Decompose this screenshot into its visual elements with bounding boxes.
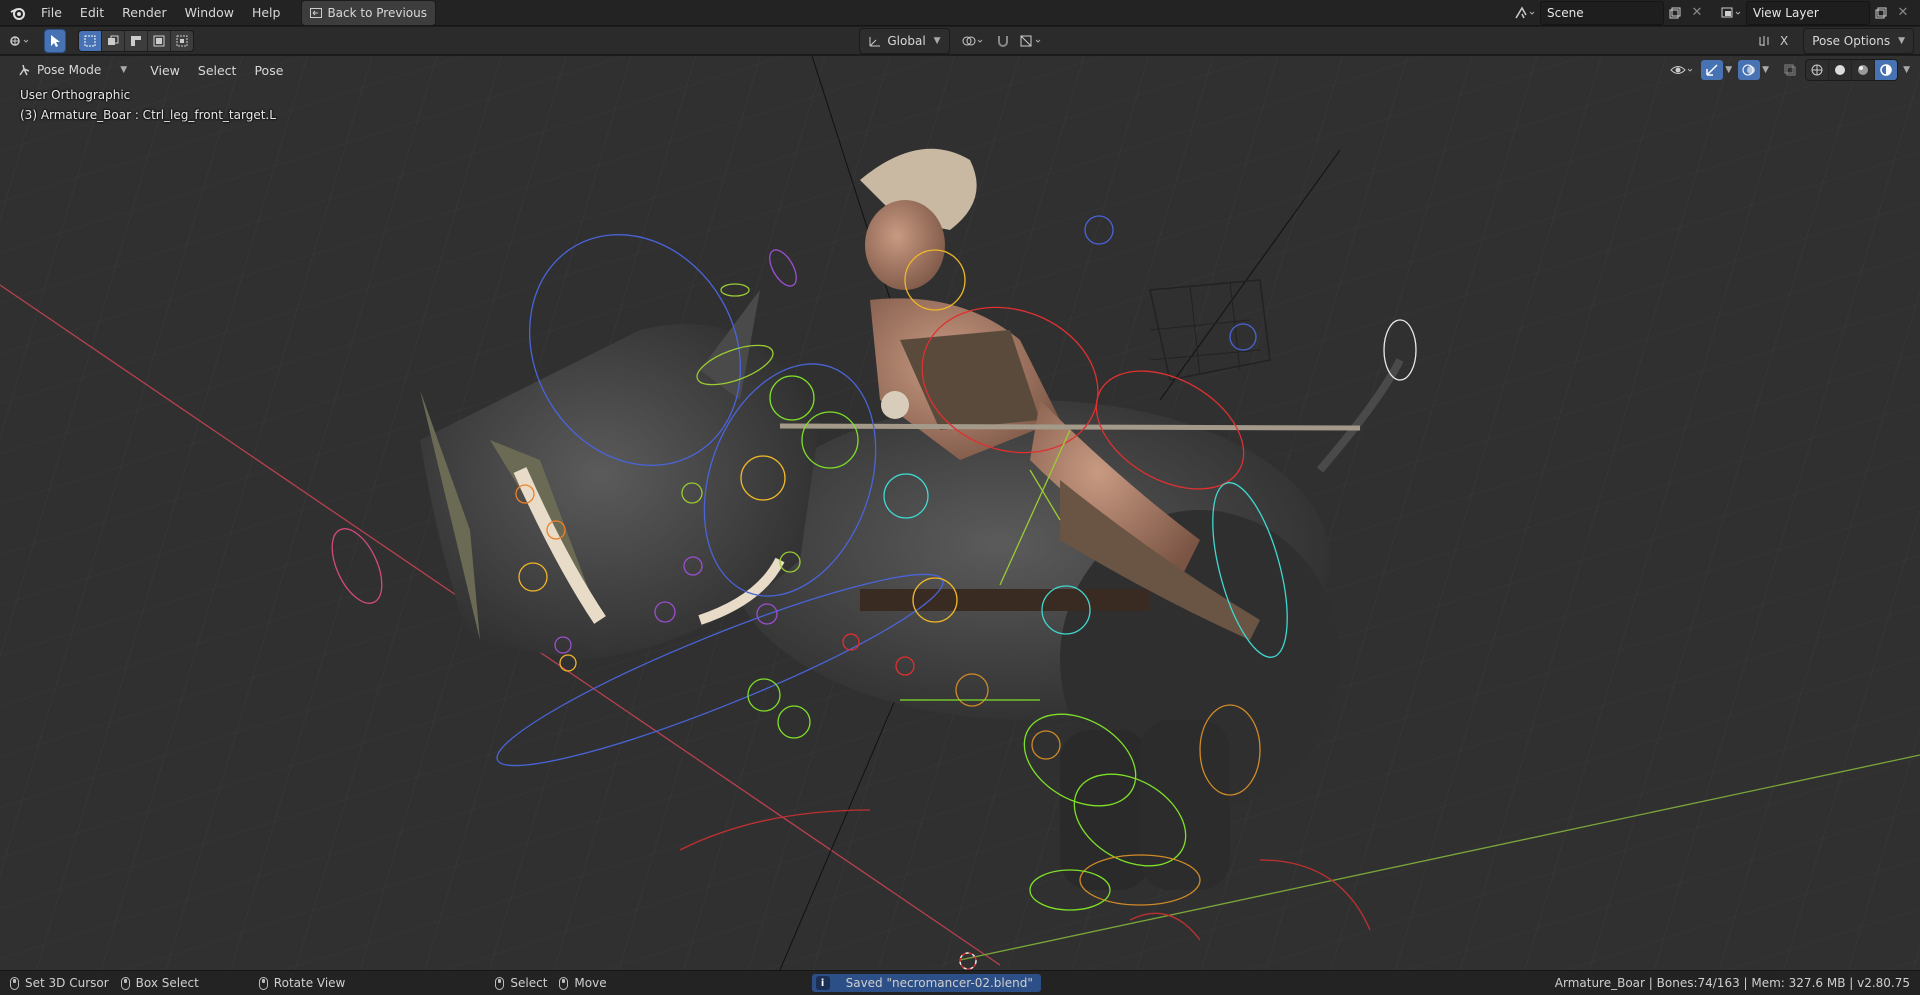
viewport-header: Pose Mode ▼ View Select Pose ▼ ▼ ▼: [0, 56, 1920, 84]
tool-settings-bar: Global ▼ X Pose Options ▼: [0, 27, 1920, 55]
status-set-3d-cursor: Set 3D Cursor: [10, 976, 109, 990]
status-rotate-view: Rotate View: [258, 976, 346, 990]
visibility-eye-icon[interactable]: [1667, 60, 1697, 80]
delete-scene-icon[interactable]: ✕: [1686, 3, 1708, 23]
pose-options-label: Pose Options: [1812, 33, 1891, 48]
wireframe-shading-icon[interactable]: [1806, 60, 1830, 80]
mouse-middle-icon: [258, 976, 268, 990]
pivot-point-icon[interactable]: [956, 31, 990, 51]
mouse-right-icon: [495, 976, 505, 990]
overlays-icon[interactable]: [1738, 60, 1761, 80]
back-to-previous-button[interactable]: Back to Previous: [301, 0, 436, 26]
pose-options-dropdown[interactable]: Pose Options ▼: [1803, 27, 1915, 54]
info-icon: i: [815, 976, 830, 990]
view-name-label: User Orthographic: [20, 88, 131, 102]
select-subtract-icon[interactable]: [125, 30, 148, 51]
pose-mode-icon: [18, 63, 32, 77]
proportional-edit-icon[interactable]: [1014, 31, 1048, 51]
mirror-icon[interactable]: [1753, 31, 1775, 51]
chevron-down-icon: ▼: [1898, 35, 1906, 46]
chevron-down-icon[interactable]: ▼: [1762, 65, 1769, 75]
select-invert-icon[interactable]: [148, 30, 171, 51]
solid-shading-icon[interactable]: [1829, 60, 1853, 80]
select-new-icon[interactable]: [79, 30, 102, 51]
chevron-down-icon[interactable]: ▼: [1725, 65, 1732, 75]
viewport-menu-select[interactable]: Select: [189, 60, 246, 81]
shading-mode-group: [1805, 59, 1899, 81]
view-layer-field[interactable]: View Layer: [1746, 0, 1870, 25]
blender-logo-icon[interactable]: [10, 6, 26, 20]
gizmo-icon[interactable]: [1701, 60, 1724, 80]
mouse-drag-icon: [120, 976, 130, 990]
status-left-label: Box Select: [135, 976, 199, 990]
view-layer-icon[interactable]: [1720, 5, 1742, 21]
back-to-previous-label: Back to Previous: [327, 5, 427, 20]
select-extend-icon[interactable]: [102, 30, 125, 51]
axis-x-toggle[interactable]: X: [1775, 34, 1793, 48]
3d-viewport[interactable]: Pose Mode ▼ View Select Pose ▼ ▼ ▼ User …: [0, 56, 1920, 970]
menu-edit[interactable]: Edit: [71, 2, 113, 23]
status-left-label: Set 3D Cursor: [25, 976, 109, 990]
material-shading-icon[interactable]: [1852, 60, 1876, 80]
mode-label: Pose Mode: [37, 63, 102, 77]
status-left-label: Rotate View: [273, 976, 346, 990]
scene-statistics: Armature_Boar | Bones:74/163 | Mem: 327.…: [1554, 976, 1910, 990]
top-bar: File Edit Render Window Help Back to Pre…: [0, 0, 1920, 26]
chevron-down-icon: ▼: [120, 65, 128, 75]
select-intersect-icon[interactable]: [171, 31, 193, 51]
status-mid-label: Move: [574, 976, 607, 990]
rendered-shading-icon[interactable]: [1875, 60, 1898, 80]
select-tool-button[interactable]: [44, 28, 66, 53]
snap-icon[interactable]: [992, 31, 1014, 51]
orientation-axes-icon: [868, 35, 882, 47]
chevron-down-icon: ▼: [933, 35, 941, 46]
menu-help[interactable]: Help: [243, 2, 290, 23]
scene-field[interactable]: Scene: [1540, 0, 1664, 25]
new-scene-icon[interactable]: [1664, 3, 1686, 23]
menu-render[interactable]: Render: [113, 2, 176, 23]
report-text: Saved "necromancer-02.blend": [845, 976, 1033, 990]
viewport-menu-view[interactable]: View: [141, 60, 189, 81]
delete-view-layer-icon[interactable]: ✕: [1892, 3, 1914, 23]
menu-file[interactable]: File: [32, 2, 71, 23]
status-select: Select: [495, 976, 547, 990]
transform-orientation-label: Global: [887, 33, 926, 48]
mode-dropdown[interactable]: Pose Mode ▼: [10, 58, 135, 82]
viewport-menu-pose[interactable]: Pose: [245, 60, 292, 81]
active-object-label: (3) Armature_Boar : Ctrl_leg_front_targe…: [20, 108, 276, 122]
scene-icon[interactable]: [1514, 5, 1536, 21]
status-bar: Set 3D Cursor Box Select Rotate View Sel…: [0, 970, 1920, 995]
status-box-select: Box Select: [120, 976, 199, 990]
new-view-layer-icon[interactable]: [1870, 3, 1892, 23]
scene-render[interactable]: [0, 56, 1920, 970]
status-move: Move: [559, 976, 607, 990]
mouse-right-drag-icon: [559, 976, 569, 990]
select-mode-group: [78, 29, 194, 52]
status-mid-label: Select: [510, 976, 548, 990]
chevron-down-icon[interactable]: ▼: [1903, 65, 1910, 75]
report-message[interactable]: i Saved "necromancer-02.blend": [811, 974, 1041, 992]
menu-window[interactable]: Window: [176, 2, 243, 23]
xray-toggle-icon[interactable]: [1779, 60, 1801, 80]
editor-type-icon[interactable]: [6, 31, 36, 51]
transform-orientation-dropdown[interactable]: Global ▼: [859, 27, 950, 54]
screen-back-icon: [310, 7, 323, 18]
mouse-left-icon: [10, 976, 19, 990]
